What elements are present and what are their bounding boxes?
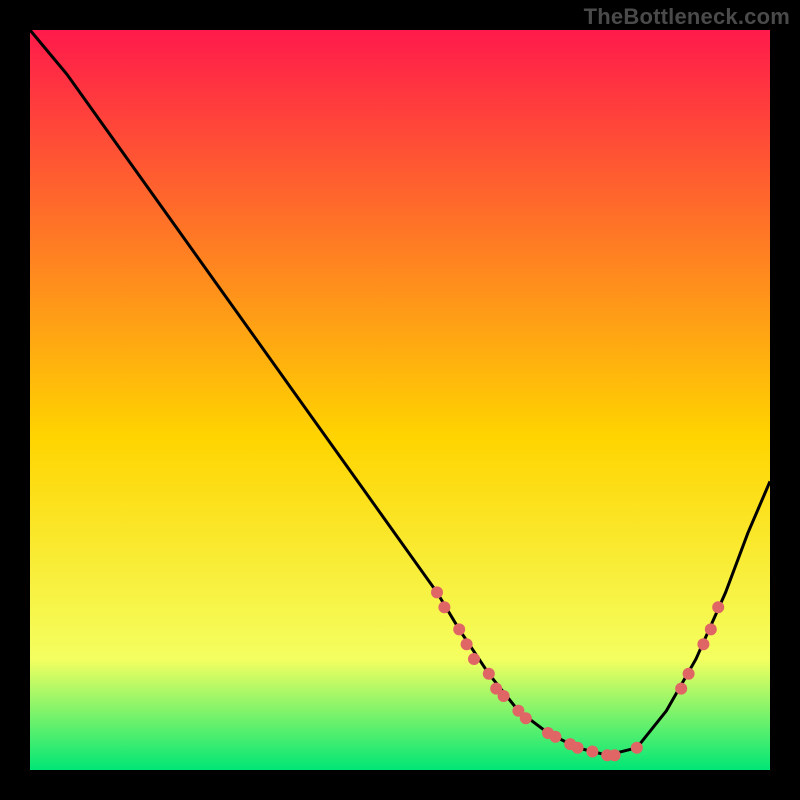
data-marker (468, 653, 480, 665)
data-marker (549, 731, 561, 743)
bottleneck-chart (0, 0, 800, 800)
data-marker (609, 749, 621, 761)
chart-frame: TheBottleneck.com (0, 0, 800, 800)
data-marker (697, 638, 709, 650)
data-marker (586, 746, 598, 758)
data-marker (431, 586, 443, 598)
data-marker (572, 742, 584, 754)
plot-background (30, 30, 770, 770)
watermark-text: TheBottleneck.com (584, 4, 790, 30)
data-marker (683, 668, 695, 680)
data-marker (483, 668, 495, 680)
data-marker (631, 742, 643, 754)
data-marker (520, 712, 532, 724)
data-marker (438, 601, 450, 613)
data-marker (453, 623, 465, 635)
data-marker (461, 638, 473, 650)
data-marker (498, 690, 510, 702)
data-marker (705, 623, 717, 635)
data-marker (675, 683, 687, 695)
data-marker (712, 601, 724, 613)
